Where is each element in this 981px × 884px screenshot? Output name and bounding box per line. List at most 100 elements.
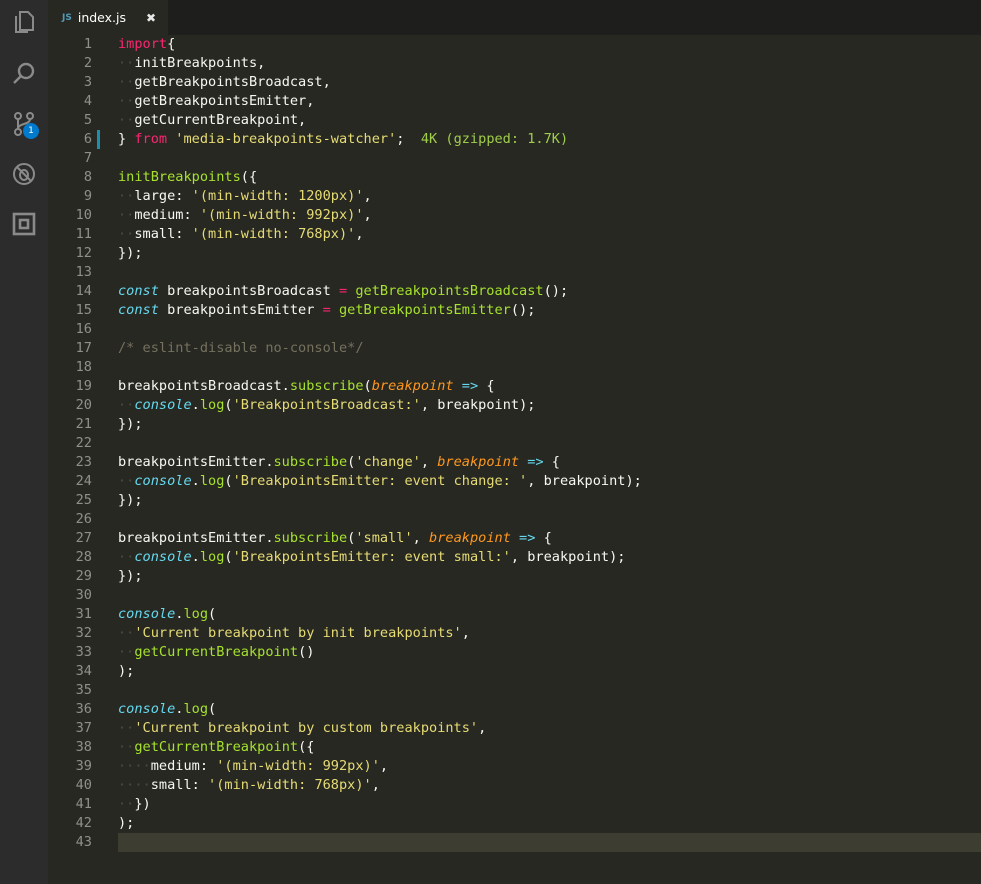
import-cost-annotation: 4K (gzipped: 1.7K) bbox=[420, 131, 569, 147]
code-token: const bbox=[118, 302, 159, 318]
code-token: , bbox=[363, 207, 372, 223]
code-token: ({ bbox=[240, 169, 258, 185]
code-line[interactable]: 21}); bbox=[48, 415, 981, 434]
code-text: }); bbox=[118, 491, 143, 510]
code-line[interactable]: 31 console.log( bbox=[48, 605, 981, 624]
code-token: (); bbox=[543, 283, 569, 299]
code-token: ; bbox=[396, 131, 421, 147]
line-number: 8 bbox=[83, 169, 92, 185]
code-token: ···· bbox=[118, 758, 151, 774]
line-number: 26 bbox=[75, 511, 92, 527]
code-line[interactable]: 5 ··getCurrentBreakpoint, bbox=[48, 111, 981, 130]
code-line[interactable]: 39 ····medium: '(min-width: 992px)', bbox=[48, 757, 981, 776]
code-token: => bbox=[453, 378, 479, 394]
code-line[interactable]: 16 bbox=[48, 320, 981, 339]
line-number: 21 bbox=[75, 416, 92, 432]
code-line[interactable]: 18 bbox=[48, 358, 981, 377]
extensions-icon[interactable] bbox=[8, 208, 40, 240]
code-line[interactable]: 29}); bbox=[48, 567, 981, 586]
line-number: 7 bbox=[83, 150, 92, 166]
code-token: ·· bbox=[118, 397, 135, 413]
code-token: ·· bbox=[118, 473, 135, 489]
code-line[interactable]: 34); bbox=[48, 662, 981, 681]
line-number: 34 bbox=[75, 663, 92, 679]
code-line[interactable]: 1 import{ bbox=[48, 35, 981, 54]
code-token: , bbox=[363, 188, 372, 204]
code-line[interactable]: 30 bbox=[48, 586, 981, 605]
code-line[interactable]: 4 ··getBreakpointsEmitter, bbox=[48, 92, 981, 111]
line-number: 32 bbox=[75, 625, 92, 641]
code-token: ); bbox=[118, 663, 135, 679]
code-line[interactable]: 36 console.log( bbox=[48, 700, 981, 719]
code-line[interactable]: 42); bbox=[48, 814, 981, 833]
code-token: breakpointsEmitter. bbox=[118, 530, 274, 546]
code-line[interactable]: 15 const breakpointsEmitter = getBreakpoi… bbox=[48, 301, 981, 320]
code-token: 'small' bbox=[355, 530, 413, 546]
search-icon[interactable] bbox=[8, 58, 40, 90]
code-line[interactable]: 25}); bbox=[48, 491, 981, 510]
code-text: ··getCurrentBreakpoint, bbox=[118, 111, 306, 130]
code-line[interactable]: 28 ··console.log('BreakpointsEmitter: eve… bbox=[48, 548, 981, 567]
code-token: , breakpoint); bbox=[420, 397, 536, 413]
code-line[interactable]: 19 breakpointsBroadcast.subscribe(breakpo… bbox=[48, 377, 981, 396]
code-line[interactable]: 11 ··small: '(min-width: 768px)', bbox=[48, 225, 981, 244]
code-line[interactable]: 26 bbox=[48, 510, 981, 529]
code-line[interactable]: 3 ··getBreakpointsBroadcast, bbox=[48, 73, 981, 92]
line-number: 1 bbox=[83, 36, 92, 52]
code-token: . bbox=[191, 397, 200, 413]
files-icon[interactable] bbox=[8, 6, 40, 38]
code-line[interactable]: 38 ··getCurrentBreakpoint({ bbox=[48, 738, 981, 757]
code-token: '(min-width: 992px)' bbox=[216, 758, 380, 774]
tab-label: index.js bbox=[77, 10, 127, 25]
code-line[interactable]: 27 breakpointsEmitter.subscribe('small', … bbox=[48, 529, 981, 548]
code-token: }); bbox=[118, 416, 143, 432]
code-line[interactable]: 7 bbox=[48, 149, 981, 168]
code-text: ··getBreakpointsEmitter, bbox=[118, 92, 314, 111]
code-token: initBreakpoints bbox=[118, 169, 241, 185]
line-number: 3 bbox=[83, 74, 92, 90]
code-text: ··medium: '(min-width: 992px)', bbox=[118, 206, 372, 225]
code-line[interactable]: 37 ··'Current breakpoint by custom breakp… bbox=[48, 719, 981, 738]
code-line[interactable]: 41 ··}) bbox=[48, 795, 981, 814]
code-line[interactable]: 2 ··initBreakpoints, bbox=[48, 54, 981, 73]
code-line[interactable]: 33 ··getCurrentBreakpoint() bbox=[48, 643, 981, 662]
code-line[interactable]: 40 ····small: '(min-width: 768px)', bbox=[48, 776, 981, 795]
code-line[interactable]: 12}); bbox=[48, 244, 981, 263]
line-number: 25 bbox=[75, 492, 92, 508]
code-line[interactable]: 24 ··console.log('BreakpointsEmitter: eve… bbox=[48, 472, 981, 491]
code-line[interactable]: 8 initBreakpoints({ bbox=[48, 168, 981, 187]
code-token: . bbox=[191, 549, 200, 565]
line-number: 43 bbox=[75, 834, 92, 850]
code-line[interactable]: 23 breakpointsEmitter.subscribe('change',… bbox=[48, 453, 981, 472]
close-icon[interactable]: ✖ bbox=[146, 11, 156, 25]
debug-icon[interactable] bbox=[8, 158, 40, 190]
code-token: ·· bbox=[118, 720, 135, 736]
code-line[interactable]: 10 ··medium: '(min-width: 992px)', bbox=[48, 206, 981, 225]
code-editor[interactable]: 1 import{2 ··initBreakpoints, 3 ··getBreakpo… bbox=[48, 35, 981, 884]
code-token: ·· bbox=[118, 625, 135, 641]
code-line[interactable]: 32 ··'Current breakpoint by init breakpoi… bbox=[48, 624, 981, 643]
code-token: (); bbox=[510, 302, 536, 318]
code-text: console.log( bbox=[118, 700, 216, 719]
code-line[interactable]: 6} from 'media-breakpoints-watcher'; 4K … bbox=[48, 130, 981, 149]
code-line[interactable]: 17 /* eslint-disable no-console*/ bbox=[48, 339, 981, 358]
line-number: 33 bbox=[75, 644, 92, 660]
line-number: 11 bbox=[75, 226, 92, 242]
code-token: medium: bbox=[150, 758, 217, 774]
code-token: 'Current breakpoint by custom breakpoint… bbox=[134, 720, 479, 736]
code-line[interactable]: 9 ··large: '(min-width: 1200px)', bbox=[48, 187, 981, 206]
code-token: breakpoint bbox=[429, 530, 511, 546]
line-number: 40 bbox=[75, 777, 92, 793]
line-number: 27 bbox=[75, 530, 92, 546]
code-text: ··large: '(min-width: 1200px)', bbox=[118, 187, 372, 206]
code-line[interactable]: 43 bbox=[48, 833, 981, 852]
code-line[interactable]: 13 bbox=[48, 263, 981, 282]
code-token: }); bbox=[118, 245, 143, 261]
code-token: ( bbox=[224, 473, 233, 489]
line-number: 17 bbox=[75, 340, 92, 356]
code-line[interactable]: 35 bbox=[48, 681, 981, 700]
code-line[interactable]: 22 bbox=[48, 434, 981, 453]
tab-index-js[interactable]: JS index.js ✖ bbox=[48, 0, 168, 35]
code-line[interactable]: 14 const breakpointsBroadcast = getBreakp… bbox=[48, 282, 981, 301]
code-line[interactable]: 20 ··console.log('BreakpointsBroadcast:',… bbox=[48, 396, 981, 415]
